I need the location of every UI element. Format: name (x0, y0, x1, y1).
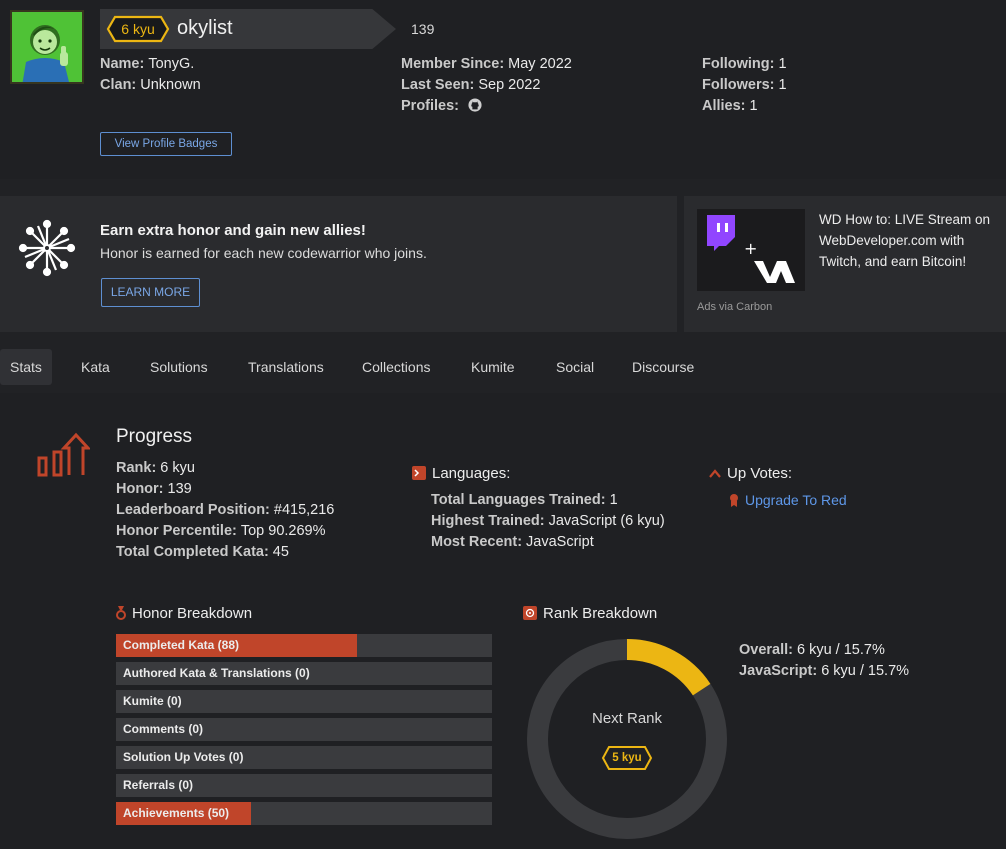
donut-progress-arc (626, 639, 711, 696)
name-value: TonyG. (148, 56, 195, 72)
target-icon (523, 606, 537, 620)
honor-bar: Solution Up Votes (0) (116, 746, 492, 769)
username: okylist (177, 17, 233, 39)
honor-bar-label: Kumite (0) (123, 694, 182, 708)
followers-row[interactable]: Followers: 1 (702, 77, 787, 93)
tab-kata[interactable]: Kata (81, 349, 110, 385)
terminal-icon (412, 466, 426, 480)
svg-text:+: + (744, 239, 757, 258)
honor-bar-label: Referrals (0) (123, 778, 194, 792)
honor-breakdown-title: Honor Breakdown (116, 605, 252, 624)
honor-bar: Kumite (0) (116, 690, 492, 713)
upgrade-to-red-link[interactable]: Upgrade To Red (729, 492, 847, 510)
progress-title: Progress (116, 426, 193, 447)
rank-progress-donut (526, 638, 728, 843)
completed-kata-row: Total Completed Kata: 45 (116, 544, 289, 560)
clan-row: Clan: Unknown (100, 77, 201, 93)
tab-translations[interactable]: Translations (248, 349, 324, 385)
tab-kumite[interactable]: Kumite (471, 349, 515, 385)
next-rank-value: 5 kyu (612, 752, 642, 764)
honor-row: Honor: 139 (116, 481, 192, 497)
promo-title: Earn extra honor and gain new allies! (100, 222, 366, 239)
next-rank-badge: 5 kyu (601, 745, 653, 771)
progress-chart-icon (36, 432, 92, 481)
upvotes-title: Up Votes: (709, 465, 792, 482)
tab-collections[interactable]: Collections (362, 349, 430, 385)
learn-more-button[interactable]: LEARN MORE (101, 278, 200, 307)
github-icon[interactable] (468, 98, 482, 116)
honor-bar-label: Completed Kata (88) (123, 638, 240, 652)
ad-text[interactable]: WD How to: LIVE Stream on WebDeveloper.c… (819, 209, 1005, 272)
network-burst-icon (18, 219, 76, 280)
languages-title: Languages: (412, 465, 510, 482)
tab-social[interactable]: Social (556, 349, 594, 385)
honor-bar: Comments (0) (116, 718, 492, 741)
clan-value: Unknown (140, 77, 201, 93)
referral-promo: Earn extra honor and gain new allies! Ho… (0, 196, 677, 332)
honor-bar: Authored Kata & Translations (0) (116, 662, 492, 685)
carbon-ad[interactable]: + WD How to: LIVE Stream on WebDeveloper… (684, 196, 1006, 332)
leaderboard-row: Leaderboard Position: #415,216 (116, 502, 335, 518)
most-recent-row: Most Recent: JavaScript (431, 534, 594, 550)
honor-bar-label: Achievements (50) (123, 806, 230, 820)
honor-bar: Referrals (0) (116, 774, 492, 797)
next-rank-label: Next Rank (591, 710, 663, 727)
javascript-rank-row: JavaScript: 6 kyu / 15.7% (739, 663, 910, 679)
profile-tabs: Stats Kata Solutions Translations Collec… (0, 341, 1006, 393)
honor-bar-label: Authored Kata & Translations (0) (123, 666, 310, 680)
tab-stats[interactable]: Stats (0, 349, 52, 385)
honor-bar: Achievements (50) (116, 802, 492, 825)
profile-header: 6 kyu okylist 139 Name: TonyG. Clan: Unkno… (0, 0, 1006, 179)
rank-badge-label: 6 kyu (121, 21, 155, 37)
following-row[interactable]: Following: 1 (702, 56, 787, 72)
honor-bar-label: Comments (0) (123, 722, 204, 736)
percentile-row: Honor Percentile: Top 90.269% (116, 523, 326, 539)
allies-row[interactable]: Allies: 1 (702, 98, 758, 114)
rank-breakdown-title: Rank Breakdown (523, 605, 657, 622)
promo-subtitle: Honor is earned for each new codewarrior… (100, 245, 427, 261)
chevron-up-icon (709, 465, 721, 482)
avatar[interactable] (10, 10, 84, 84)
tab-solutions[interactable]: Solutions (150, 349, 208, 385)
honor-count: 139 (411, 21, 435, 37)
total-languages-row: Total Languages Trained: 1 (431, 492, 618, 508)
view-profile-badges-button[interactable]: View Profile Badges (100, 132, 232, 156)
overall-rank-row: Overall: 6 kyu / 15.7% (739, 642, 885, 658)
profiles-row: Profiles: (401, 98, 482, 116)
tab-discourse[interactable]: Discourse (632, 349, 694, 385)
ribbon-icon (729, 493, 739, 510)
ads-via-carbon[interactable]: Ads via Carbon (697, 301, 772, 313)
honor-bar-label: Solution Up Votes (0) (123, 750, 244, 764)
ad-image[interactable]: + (697, 209, 805, 291)
highest-trained-row: Highest Trained: JavaScript (6 kyu) (431, 513, 665, 529)
member-since-row: Member Since: May 2022 (401, 56, 572, 72)
honor-bar: Completed Kata (88) (116, 634, 492, 657)
name-row: Name: TonyG. (100, 56, 195, 72)
last-seen-row: Last Seen: Sep 2022 (401, 77, 541, 93)
rank-row: Rank: 6 kyu (116, 460, 195, 476)
medal-icon (116, 606, 126, 624)
rank-badge: 6 kyu (106, 15, 170, 43)
